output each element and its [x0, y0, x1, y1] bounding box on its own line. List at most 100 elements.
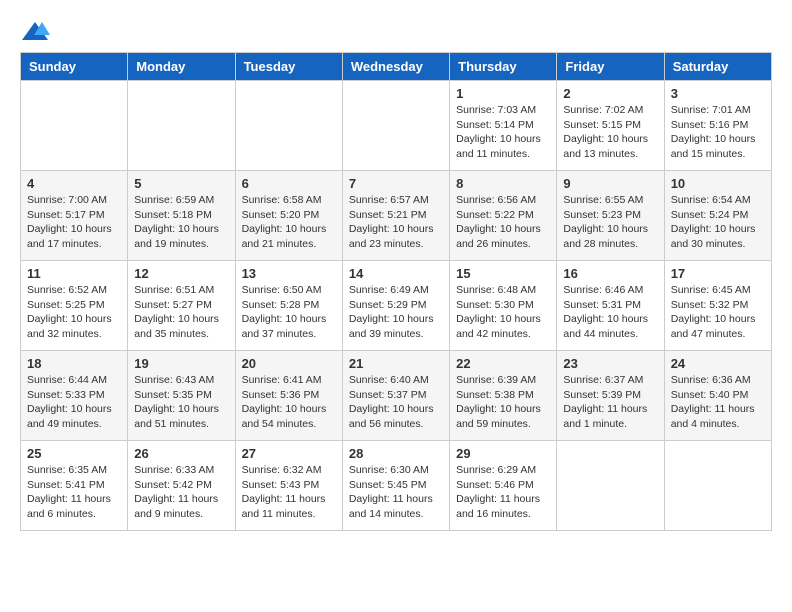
calendar-week-3: 11 Sunrise: 6:52 AM Sunset: 5:25 PM Dayli…: [21, 261, 772, 351]
day-info: Sunrise: 6:58 AM Sunset: 5:20 PM Dayligh…: [242, 193, 336, 252]
calendar-week-5: 25 Sunrise: 6:35 AM Sunset: 5:41 PM Dayli…: [21, 441, 772, 531]
day-info: Sunrise: 6:51 AM Sunset: 5:27 PM Dayligh…: [134, 283, 228, 342]
calendar-cell: 19 Sunrise: 6:43 AM Sunset: 5:35 PM Dayli…: [128, 351, 235, 441]
day-number: 9: [563, 176, 657, 191]
day-info: Sunrise: 6:29 AM Sunset: 5:46 PM Dayligh…: [456, 463, 550, 522]
day-number: 23: [563, 356, 657, 371]
day-number: 21: [349, 356, 443, 371]
day-number: 3: [671, 86, 765, 101]
calendar-cell: 17 Sunrise: 6:45 AM Sunset: 5:32 PM Dayli…: [664, 261, 771, 351]
calendar-table: SundayMondayTuesdayWednesdayThursdayFrid…: [20, 52, 772, 531]
weekday-header-tuesday: Tuesday: [235, 53, 342, 81]
calendar-cell: 24 Sunrise: 6:36 AM Sunset: 5:40 PM Dayli…: [664, 351, 771, 441]
day-info: Sunrise: 6:57 AM Sunset: 5:21 PM Dayligh…: [349, 193, 443, 252]
weekday-header-friday: Friday: [557, 53, 664, 81]
day-number: 2: [563, 86, 657, 101]
day-info: Sunrise: 6:56 AM Sunset: 5:22 PM Dayligh…: [456, 193, 550, 252]
day-number: 6: [242, 176, 336, 191]
calendar-cell: 25 Sunrise: 6:35 AM Sunset: 5:41 PM Dayli…: [21, 441, 128, 531]
calendar-cell: 6 Sunrise: 6:58 AM Sunset: 5:20 PM Daylig…: [235, 171, 342, 261]
day-info: Sunrise: 6:35 AM Sunset: 5:41 PM Dayligh…: [27, 463, 121, 522]
day-number: 22: [456, 356, 550, 371]
calendar-cell: [342, 81, 449, 171]
day-info: Sunrise: 6:44 AM Sunset: 5:33 PM Dayligh…: [27, 373, 121, 432]
day-info: Sunrise: 6:54 AM Sunset: 5:24 PM Dayligh…: [671, 193, 765, 252]
logo: [20, 20, 54, 42]
calendar-cell: 8 Sunrise: 6:56 AM Sunset: 5:22 PM Daylig…: [450, 171, 557, 261]
day-info: Sunrise: 6:55 AM Sunset: 5:23 PM Dayligh…: [563, 193, 657, 252]
day-number: 25: [27, 446, 121, 461]
day-number: 4: [27, 176, 121, 191]
calendar-cell: 2 Sunrise: 7:02 AM Sunset: 5:15 PM Daylig…: [557, 81, 664, 171]
calendar-cell: 13Sunrise: 6:50 AM Sunset: 5:28 PM Dayli…: [235, 261, 342, 351]
day-info: Sunrise: 7:02 AM Sunset: 5:15 PM Dayligh…: [563, 103, 657, 162]
day-info: Sunrise: 6:36 AM Sunset: 5:40 PM Dayligh…: [671, 373, 765, 432]
calendar-week-4: 18 Sunrise: 6:44 AM Sunset: 5:33 PM Dayli…: [21, 351, 772, 441]
calendar-cell: 7 Sunrise: 6:57 AM Sunset: 5:21 PM Daylig…: [342, 171, 449, 261]
day-info: Sunrise: 6:49 AM Sunset: 5:29 PM Dayligh…: [349, 283, 443, 342]
day-info: Sunrise: 6:59 AM Sunset: 5:18 PM Dayligh…: [134, 193, 228, 252]
calendar-cell: [235, 81, 342, 171]
weekday-header-sunday: Sunday: [21, 53, 128, 81]
day-number: 13: [242, 266, 336, 281]
day-number: 17: [671, 266, 765, 281]
day-number: 12: [134, 266, 228, 281]
day-number: 7: [349, 176, 443, 191]
day-info: Sunrise: 6:33 AM Sunset: 5:42 PM Dayligh…: [134, 463, 228, 522]
day-info: Sunrise: 6:43 AM Sunset: 5:35 PM Dayligh…: [134, 373, 228, 432]
calendar-cell: 16 Sunrise: 6:46 AM Sunset: 5:31 PM Dayli…: [557, 261, 664, 351]
day-info: Sunrise: 6:45 AM Sunset: 5:32 PM Dayligh…: [671, 283, 765, 342]
day-number: 26: [134, 446, 228, 461]
header-row: SundayMondayTuesdayWednesdayThursdayFrid…: [21, 53, 772, 81]
calendar-cell: [557, 441, 664, 531]
day-info: Sunrise: 6:52 AM Sunset: 5:25 PM Dayligh…: [27, 283, 121, 342]
day-number: 24: [671, 356, 765, 371]
day-info: Sunrise: 6:41 AM Sunset: 5:36 PM Dayligh…: [242, 373, 336, 432]
calendar-week-1: 1 Sunrise: 7:03 AM Sunset: 5:14 PM Daylig…: [21, 81, 772, 171]
calendar-cell: 5 Sunrise: 6:59 AM Sunset: 5:18 PM Daylig…: [128, 171, 235, 261]
calendar-cell: 22 Sunrise: 6:39 AM Sunset: 5:38 PM Dayli…: [450, 351, 557, 441]
day-info: Sunrise: 6:37 AM Sunset: 5:39 PM Dayligh…: [563, 373, 657, 432]
day-info: Sunrise: 7:03 AM Sunset: 5:14 PM Dayligh…: [456, 103, 550, 162]
logo-icon: [20, 20, 50, 42]
calendar-cell: [128, 81, 235, 171]
calendar-cell: 23 Sunrise: 6:37 AM Sunset: 5:39 PM Dayli…: [557, 351, 664, 441]
day-number: 16: [563, 266, 657, 281]
calendar-cell: 18 Sunrise: 6:44 AM Sunset: 5:33 PM Dayli…: [21, 351, 128, 441]
calendar-cell: 27 Sunrise: 6:32 AM Sunset: 5:43 PM Dayli…: [235, 441, 342, 531]
day-info: Sunrise: 6:40 AM Sunset: 5:37 PM Dayligh…: [349, 373, 443, 432]
day-number: 29: [456, 446, 550, 461]
day-info: Sunrise: 6:32 AM Sunset: 5:43 PM Dayligh…: [242, 463, 336, 522]
weekday-header-wednesday: Wednesday: [342, 53, 449, 81]
calendar-cell: 15Sunrise: 6:48 AM Sunset: 5:30 PM Dayli…: [450, 261, 557, 351]
calendar-cell: 11 Sunrise: 6:52 AM Sunset: 5:25 PM Dayli…: [21, 261, 128, 351]
calendar-cell: [21, 81, 128, 171]
weekday-header-monday: Monday: [128, 53, 235, 81]
calendar-week-2: 4 Sunrise: 7:00 AM Sunset: 5:17 PM Daylig…: [21, 171, 772, 261]
calendar-cell: [664, 441, 771, 531]
calendar-cell: 14 Sunrise: 6:49 AM Sunset: 5:29 PM Dayli…: [342, 261, 449, 351]
day-info: Sunrise: 6:39 AM Sunset: 5:38 PM Dayligh…: [456, 373, 550, 432]
day-info: Sunrise: 6:46 AM Sunset: 5:31 PM Dayligh…: [563, 283, 657, 342]
calendar-cell: 20Sunrise: 6:41 AM Sunset: 5:36 PM Dayli…: [235, 351, 342, 441]
day-number: 28: [349, 446, 443, 461]
day-number: 27: [242, 446, 336, 461]
day-number: 11: [27, 266, 121, 281]
day-info: Sunrise: 7:00 AM Sunset: 5:17 PM Dayligh…: [27, 193, 121, 252]
calendar-cell: 1 Sunrise: 7:03 AM Sunset: 5:14 PM Daylig…: [450, 81, 557, 171]
calendar-cell: 3 Sunrise: 7:01 AM Sunset: 5:16 PM Daylig…: [664, 81, 771, 171]
day-number: 14: [349, 266, 443, 281]
calendar-cell: 29 Sunrise: 6:29 AM Sunset: 5:46 PM Dayli…: [450, 441, 557, 531]
day-number: 1: [456, 86, 550, 101]
day-number: 18: [27, 356, 121, 371]
calendar-cell: 4 Sunrise: 7:00 AM Sunset: 5:17 PM Daylig…: [21, 171, 128, 261]
weekday-header-thursday: Thursday: [450, 53, 557, 81]
calendar-cell: 28Sunrise: 6:30 AM Sunset: 5:45 PM Dayli…: [342, 441, 449, 531]
page-header: [20, 20, 772, 42]
day-number: 8: [456, 176, 550, 191]
day-info: Sunrise: 7:01 AM Sunset: 5:16 PM Dayligh…: [671, 103, 765, 162]
calendar-cell: 21 Sunrise: 6:40 AM Sunset: 5:37 PM Dayli…: [342, 351, 449, 441]
day-number: 19: [134, 356, 228, 371]
day-number: 5: [134, 176, 228, 191]
day-number: 10: [671, 176, 765, 191]
